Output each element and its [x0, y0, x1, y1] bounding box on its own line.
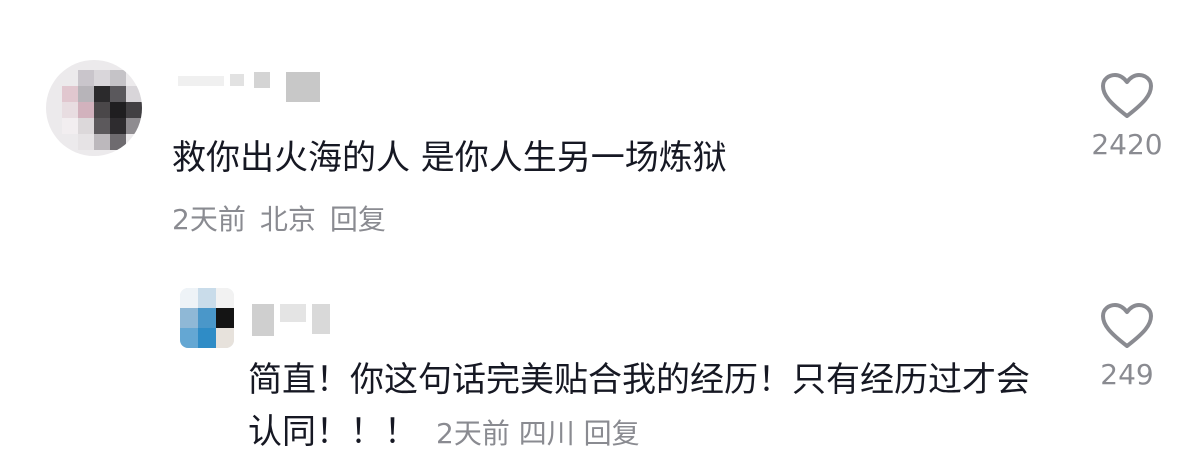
avatar-pixel: [126, 118, 142, 134]
name-blur-block: [230, 74, 244, 86]
avatar-pixel: [198, 328, 216, 348]
avatar-pixel: [198, 308, 216, 328]
reply-like-count: 249: [1100, 358, 1154, 391]
avatar-pixel: [78, 70, 94, 86]
avatar-pixel: [110, 134, 126, 150]
name-blur-block: [280, 304, 306, 322]
name-blur-block: [286, 72, 320, 102]
name-blur-block: [178, 76, 224, 86]
avatar-pixel: [216, 288, 234, 308]
avatar-pixel: [110, 70, 126, 86]
commenter-avatar[interactable]: [46, 60, 142, 156]
name-blur-block: [312, 304, 330, 334]
name-blur-block: [254, 72, 270, 88]
avatar-pixel: [110, 102, 126, 118]
avatar-pixel: [62, 118, 78, 134]
heart-outline-icon: [1101, 73, 1153, 118]
comment-text: 救你出火海的人 是你人生另一场炼狱: [172, 138, 727, 178]
avatar-pixel: [126, 86, 142, 102]
comment-location: 北京: [259, 203, 316, 236]
name-blur-block: [252, 304, 274, 336]
avatar-pixel: [216, 308, 234, 328]
avatar-pixel: [180, 328, 198, 348]
avatar-pixel: [180, 308, 198, 328]
reply-reply-button[interactable]: 回复: [584, 417, 640, 450]
avatar-pixel: [78, 102, 94, 118]
reply-time: 2天前: [436, 417, 510, 450]
avatar-pixel: [78, 134, 94, 150]
reply-location: 四川: [518, 417, 575, 450]
reply-text-block: 简直！你这句话完美贴合我的经历！只有经历过才会认同！！！ 2天前 四川 回复: [248, 354, 1048, 460]
avatar-pixel: [62, 86, 78, 102]
comment-meta: 2天前 北京 回复: [172, 200, 386, 240]
avatar-pixel: [78, 118, 94, 134]
avatar-pixel: [94, 118, 110, 134]
heart-outline-icon: [1101, 303, 1153, 348]
avatar-pixel: [198, 288, 216, 308]
avatar-pixel: [216, 328, 234, 348]
avatar-pixel: [94, 86, 110, 102]
comment-time: 2天前: [172, 203, 246, 236]
avatar-pixel: [180, 288, 198, 308]
avatar-pixel: [94, 134, 110, 150]
reply-meta: 2天前 四川 回复: [436, 417, 640, 450]
avatar-pixel: [62, 102, 78, 118]
avatar-pixel: [126, 102, 142, 118]
commenter-name-blurred[interactable]: [178, 72, 320, 102]
comment-reply-button[interactable]: 回复: [330, 203, 386, 236]
replier-avatar[interactable]: [180, 288, 234, 348]
reply-like-button[interactable]: 249: [1067, 302, 1187, 391]
comment-like-count: 2420: [1091, 128, 1163, 161]
avatar-pixel: [110, 118, 126, 134]
avatar-pixel: [94, 102, 110, 118]
avatar-pixel: [110, 86, 126, 102]
avatar-pixel: [78, 86, 94, 102]
avatar-pixel: [94, 70, 110, 86]
replier-name-blurred[interactable]: [252, 304, 330, 336]
comment-like-button[interactable]: 2420: [1067, 72, 1187, 161]
